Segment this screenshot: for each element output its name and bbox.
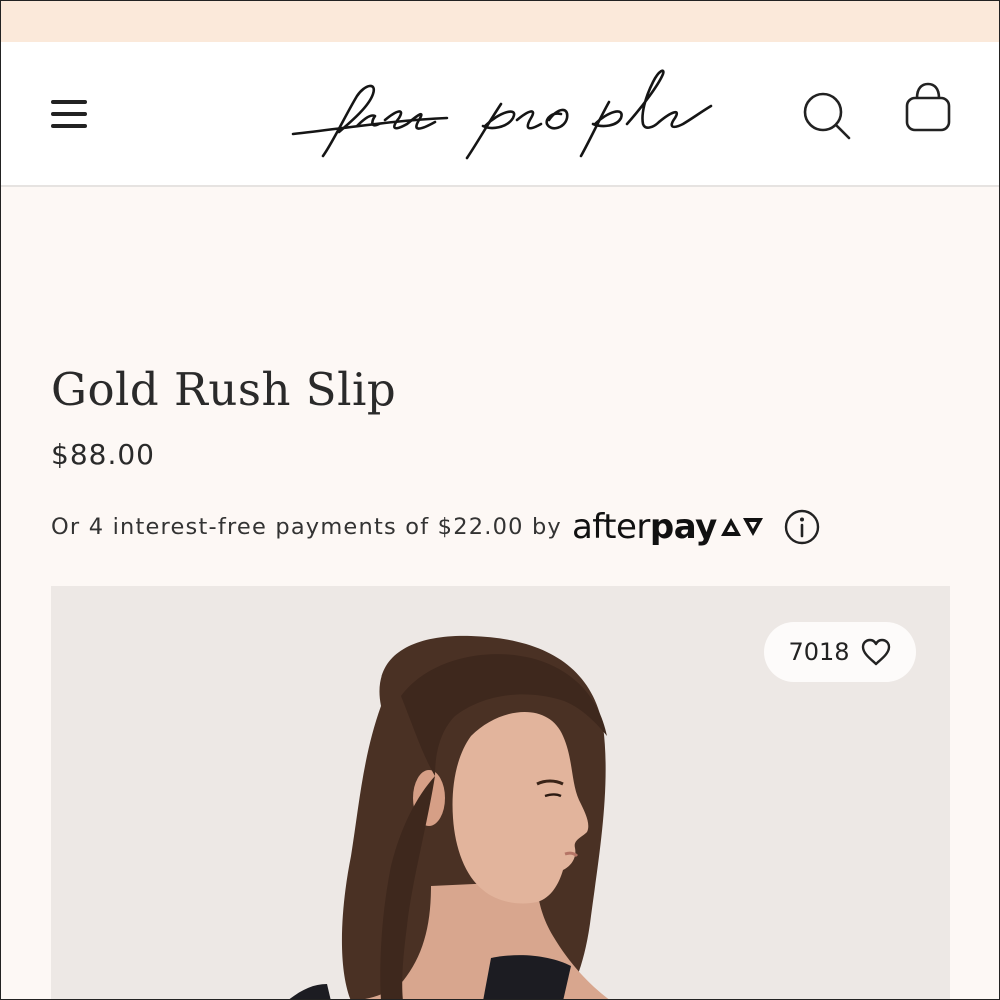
afterpay-installments: Or 4 interest-free payments of $22.00 by… xyxy=(51,507,821,547)
menu-button[interactable] xyxy=(47,92,91,136)
installments-text: Or 4 interest-free payments of $22.00 by xyxy=(51,514,562,540)
afterpay-arrows-icon xyxy=(720,518,763,536)
like-button[interactable]: 7018 xyxy=(764,622,916,682)
search-button[interactable] xyxy=(799,86,857,144)
shopping-bag-button[interactable] xyxy=(899,80,957,142)
product-title: Gold Rush Slip xyxy=(51,363,397,416)
afterpay-logo-pay: pay xyxy=(649,507,717,547)
product-image[interactable]: 7018 xyxy=(51,586,950,999)
afterpay-logo-after: after xyxy=(571,507,650,547)
info-circle-icon xyxy=(784,509,819,545)
search-icon xyxy=(803,92,851,140)
page: Gold Rush Slip $88.00 Or 4 interest-free… xyxy=(0,0,1000,1000)
heart-outline-icon xyxy=(861,638,890,666)
like-count: 7018 xyxy=(788,638,850,666)
menu-icon-bar xyxy=(51,112,87,116)
afterpay-info-button[interactable] xyxy=(783,508,821,546)
menu-icon-bar xyxy=(51,124,87,128)
promo-banner[interactable] xyxy=(1,1,999,42)
brand-logo-script xyxy=(291,69,713,160)
afterpay-logo: after pay xyxy=(572,507,765,547)
shopping-bag-icon xyxy=(905,82,951,132)
menu-icon-bar xyxy=(51,100,87,104)
product-price: $88.00 xyxy=(51,438,155,471)
brand-logo[interactable] xyxy=(287,62,717,162)
site-header xyxy=(1,42,999,187)
